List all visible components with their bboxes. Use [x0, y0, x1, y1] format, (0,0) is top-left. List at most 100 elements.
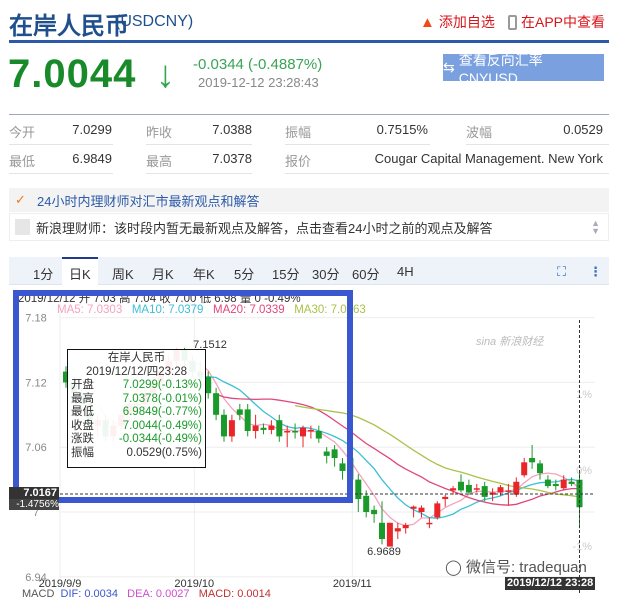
candle-body: [410, 506, 417, 509]
divider: [9, 114, 609, 115]
tooltip-label: 最低: [71, 406, 94, 418]
tab-30min[interactable]: 30分: [312, 264, 339, 283]
trend-icon: ✓: [15, 192, 26, 207]
tooltip-value: 7.0378(-0.01%): [122, 392, 202, 405]
candle-body: [497, 487, 504, 493]
advisor-header[interactable]: ✓ 24小时内理财师对汇市最新观点和解答: [9, 188, 609, 212]
candle-body: [386, 522, 393, 547]
quote-time: 2019-12-12 23:28:43: [198, 75, 319, 90]
candle-body: [418, 507, 425, 512]
tooltip-date: 2019/12/12/四23:28: [85, 366, 188, 378]
fire-icon: ▲: [420, 13, 435, 31]
stat-value: Cougar Capital Management. New York: [374, 151, 603, 166]
candle-body: [442, 496, 449, 500]
stat-value: 7.0378: [212, 151, 252, 166]
candle-body: [363, 495, 370, 512]
candle-body: [394, 528, 401, 532]
sina-watermark: sina 新浪财经: [476, 336, 544, 348]
add-favorite-label: 添加自选: [438, 14, 495, 30]
low-annotation: 6.9689: [367, 546, 401, 558]
phone-icon: [508, 14, 517, 30]
candle-body: [426, 522, 433, 525]
candle-body: [521, 462, 528, 476]
candle-body: [355, 479, 362, 500]
stat-value: 0.7515%: [376, 122, 428, 137]
stat-value: 7.0388: [212, 122, 252, 137]
wechat-watermark: ◯ 微信号: tradequan: [445, 556, 587, 577]
candle-body: [552, 483, 559, 487]
tab-60min[interactable]: 60分: [352, 264, 379, 283]
stat-value: 7.0299: [72, 122, 112, 137]
tab-15min[interactable]: 15分: [272, 264, 299, 283]
reverse-rate-button[interactable]: ⇆ 查看反向汇率 CNYUSD: [443, 52, 604, 86]
advisor-text: 新浪理财师：该时段内暂无最新观点及解答，点击查看24小时之前的观点及解答: [36, 220, 493, 236]
candle-body: [465, 485, 472, 493]
tooltip-label: 收盘: [71, 419, 94, 432]
avatar: [15, 219, 30, 235]
add-favorite-button[interactable]: ▲ 添加自选: [420, 12, 495, 32]
wechat-icon: ◯: [445, 559, 466, 576]
candle-body: [458, 481, 464, 491]
view-in-app-label: 在APP中查看: [521, 14, 606, 30]
wechat-text: 微信号: tradequan: [465, 559, 587, 576]
x-tick-label: 2019/11: [333, 578, 372, 590]
tooltip-value: 6.9849(-0.77%): [122, 406, 202, 418]
tooltip-label: 振幅: [71, 446, 94, 459]
price-change: -0.0344 (-0.4887%): [193, 56, 323, 73]
macd-dea: DEA: 0.0027: [127, 588, 190, 600]
candle-body: [513, 481, 520, 495]
symbol-code: (USDCNY): [115, 13, 194, 30]
stat-label: 最低: [9, 154, 36, 169]
macd-dif: DIF: 0.0034: [60, 588, 118, 600]
tooltip-label: 开盘: [71, 379, 94, 391]
candle-body: [537, 463, 543, 474]
current-price: 7.0044: [8, 52, 137, 96]
y-pct-tick-label: -1%: [572, 541, 592, 553]
scroll-arrows-icon[interactable]: ▲ ▼: [591, 219, 600, 236]
reverse-rate-label: 查看反向汇率 CNYUSD: [458, 51, 543, 86]
more-icon[interactable]: ⋮: [589, 264, 602, 280]
candle-body: [434, 503, 441, 518]
stat-value: 6.9849: [72, 151, 112, 166]
macd-label: MACD: [22, 588, 55, 600]
candle-body: [371, 509, 378, 515]
candle-body: [481, 486, 488, 497]
tooltip-label: 最高: [71, 392, 94, 405]
advisor-title: 24小时内理财师对汇市最新观点和解答: [37, 193, 260, 209]
candle-body: [379, 522, 385, 539]
stat-label: 昨收: [146, 125, 173, 140]
advisor-message[interactable]: 新浪理财师：该时段内暂无最新观点及解答，点击查看24小时之前的观点及解答 ▲ ▼: [9, 213, 609, 241]
tab-1min[interactable]: 1分: [33, 264, 53, 283]
tooltip-title: 在岸人民币: [107, 352, 166, 364]
chart-tooltip: 在岸人民币 2019/12/12/四23:28 开盘 7.0299(-0.13%)…: [67, 349, 206, 468]
macd-value: MACD: 0.0014: [198, 588, 271, 600]
candle-body: [505, 490, 512, 492]
candle-body: [473, 488, 480, 490]
tab-monthly[interactable]: 月K: [152, 264, 174, 283]
tooltip-value: 0.0529(0.75%): [126, 446, 202, 459]
stat-label: 最高: [146, 154, 173, 169]
stat-value: 0.0529: [563, 122, 603, 137]
candle-body: [529, 458, 536, 463]
view-in-app-button[interactable]: 在APP中查看: [508, 12, 605, 32]
tab-weekly[interactable]: 周K: [112, 264, 134, 283]
macd-legend: MACD DIF: 0.0034 DEA: 0.0027 MACD: 0.001…: [22, 588, 271, 600]
tab-yearly[interactable]: 年K: [193, 264, 215, 283]
tooltip-label: 涨跌: [71, 433, 94, 445]
tab-4h[interactable]: 4H: [397, 264, 414, 279]
crosshair-pct-label: -1.4756%: [9, 499, 59, 510]
page-title: 在岸人民币: [9, 13, 129, 40]
arrow-down-icon: ↓: [156, 54, 175, 96]
tab-5min[interactable]: 5分: [234, 264, 254, 283]
stat-label: 振幅: [285, 125, 312, 140]
tooltip-value: 7.0044(-0.49%): [122, 419, 202, 432]
y-pct-tick-label: 0%: [576, 465, 592, 477]
stat-label: 波幅: [466, 125, 493, 140]
tooltip-value: 7.0299(-0.13%): [122, 379, 202, 391]
tab-daily[interactable]: 日K: [62, 257, 98, 286]
divider: [9, 40, 609, 43]
fullscreen-icon[interactable]: ⛶: [557, 264, 566, 280]
candle-body: [544, 479, 551, 487]
candle-body: [402, 524, 409, 529]
crosshair-time-label: 2019/12/12 23:28: [505, 577, 596, 590]
